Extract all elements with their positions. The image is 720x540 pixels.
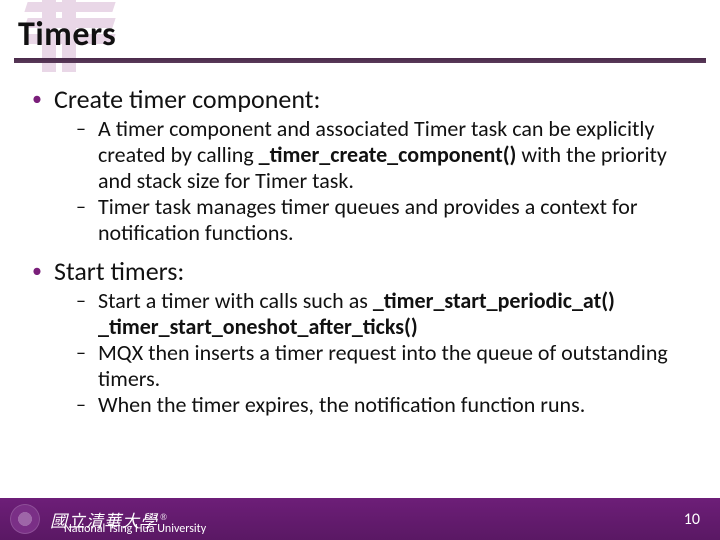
slide-body: • Create timer component: – A timer comp… xyxy=(32,78,688,418)
university-name: National Tsing Hua University xyxy=(64,522,206,536)
slide: Timers • Create timer component: – A tim… xyxy=(0,0,720,540)
bullet-text: Start timers: xyxy=(54,256,184,286)
sub-bullet-text: Timer task manages timer queues and prov… xyxy=(98,194,688,246)
sub-bullet: – When the timer expires, the notificati… xyxy=(76,392,688,418)
bullet-icon: • xyxy=(32,256,54,286)
bullet-text: Create timer component: xyxy=(54,84,320,114)
sub-bullet: – Timer task manages timer queues and pr… xyxy=(76,194,688,246)
bullet-create-timer: • Create timer component: xyxy=(32,84,688,114)
dash-icon: – xyxy=(76,340,98,392)
dash-icon: – xyxy=(76,116,98,194)
sub-bullet: – A timer component and associated Timer… xyxy=(76,116,688,194)
title-underline xyxy=(14,58,706,63)
sub-bullet-text: Start a timer with calls such as _timer_… xyxy=(98,288,688,340)
university-seal-icon xyxy=(10,504,40,534)
slide-title: Timers xyxy=(18,14,116,55)
sub-bullet: – Start a timer with calls such as _time… xyxy=(76,288,688,340)
sub-bullet-text: A timer component and associated Timer t… xyxy=(98,116,688,194)
sub-bullet: – MQX then inserts a timer request into … xyxy=(76,340,688,392)
footer: 國立清華大學® National Tsing Hua University 10 xyxy=(0,498,720,540)
sub-bullet-text: MQX then inserts a timer request into th… xyxy=(98,340,688,392)
bullet-icon: • xyxy=(32,84,54,114)
bullet-start-timers: • Start timers: xyxy=(32,256,688,286)
page-number: 10 xyxy=(684,510,700,529)
dash-icon: – xyxy=(76,194,98,246)
sub-bullet-text: When the timer expires, the notification… xyxy=(98,392,585,418)
dash-icon: – xyxy=(76,288,98,340)
dash-icon: – xyxy=(76,392,98,418)
